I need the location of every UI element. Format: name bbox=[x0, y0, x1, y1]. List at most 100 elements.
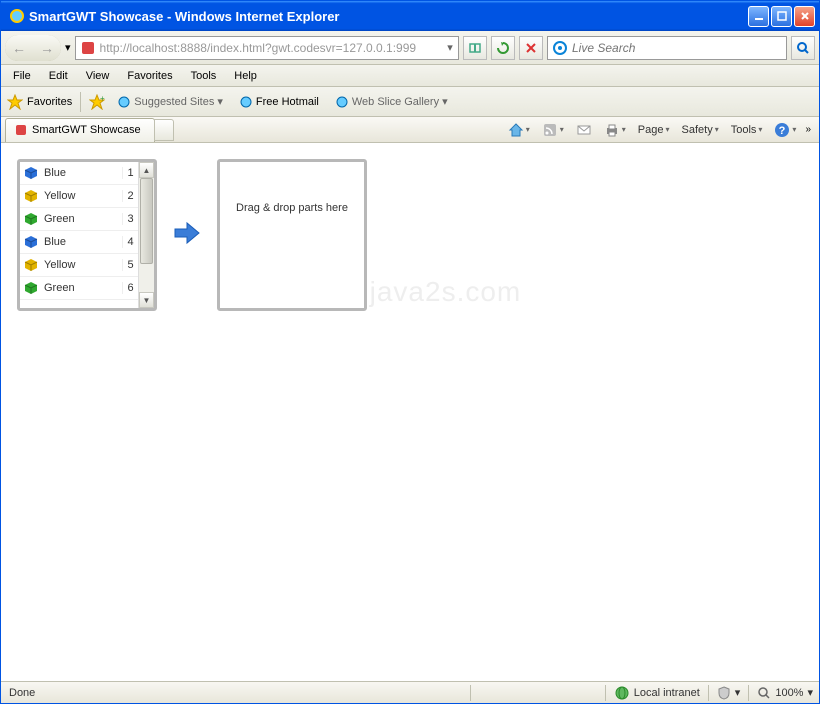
search-input[interactable] bbox=[568, 41, 786, 55]
svg-text:+: + bbox=[100, 94, 105, 103]
scroll-thumb[interactable] bbox=[140, 178, 153, 264]
scroll-up-icon[interactable]: ▲ bbox=[139, 162, 154, 178]
menu-tools[interactable]: Tools bbox=[183, 68, 225, 84]
ie-icon bbox=[239, 95, 253, 109]
feeds-button[interactable]: ▾ bbox=[539, 120, 567, 140]
separator bbox=[605, 685, 606, 701]
new-tab-button[interactable] bbox=[154, 119, 174, 141]
page-icon bbox=[14, 123, 28, 137]
item-label: Blue bbox=[44, 167, 116, 179]
forward-button[interactable]: → bbox=[33, 35, 61, 61]
nav-history-dropdown[interactable]: ▾ bbox=[65, 41, 71, 54]
cube-icon bbox=[24, 258, 38, 272]
chevron-down-icon: ▾ bbox=[217, 95, 223, 108]
navbar: ← → ▾ ▾ bbox=[1, 31, 819, 65]
arrow-icon bbox=[173, 219, 201, 247]
address-input[interactable] bbox=[100, 38, 442, 58]
search-bar[interactable] bbox=[547, 36, 787, 60]
back-button[interactable]: ← bbox=[5, 35, 33, 61]
menu-favorites[interactable]: Favorites bbox=[119, 68, 180, 84]
maximize-button[interactable] bbox=[771, 6, 792, 27]
zoom-control[interactable]: 100% ▾ bbox=[751, 686, 819, 700]
search-button[interactable] bbox=[791, 36, 815, 60]
safety-label: Safety bbox=[682, 124, 713, 136]
cube-icon bbox=[24, 235, 38, 249]
print-button[interactable]: ▾ bbox=[601, 120, 629, 140]
compat-button[interactable] bbox=[463, 36, 487, 60]
zoom-icon bbox=[757, 686, 771, 700]
ie-icon bbox=[9, 8, 25, 24]
suggested-sites-link[interactable]: Suggested Sites ▾ bbox=[113, 93, 227, 111]
chevron-down-icon: ▾ bbox=[807, 686, 813, 699]
stop-button[interactable] bbox=[519, 36, 543, 60]
separator bbox=[708, 685, 709, 701]
item-number: 3 bbox=[122, 213, 134, 225]
web-slice-link[interactable]: Web Slice Gallery ▾ bbox=[331, 93, 452, 111]
ie-icon bbox=[117, 95, 131, 109]
cube-icon bbox=[24, 212, 38, 226]
chevron-more-icon[interactable]: » bbox=[805, 124, 811, 135]
window-title: SmartGWT Showcase - Windows Internet Exp… bbox=[29, 9, 748, 24]
close-button[interactable] bbox=[794, 6, 815, 27]
suggested-label: Suggested Sites bbox=[134, 96, 214, 108]
add-fav-icon[interactable]: + bbox=[89, 94, 105, 110]
list-item[interactable]: Blue 1 bbox=[20, 162, 138, 185]
scrollbar[interactable]: ▲ ▼ bbox=[138, 162, 154, 308]
list-item[interactable]: Green6 bbox=[20, 277, 138, 300]
command-bar: ▾ ▾ ▾ Page▾ Safety▾ Tools▾ ?▾ » bbox=[505, 117, 819, 142]
safety-menu[interactable]: Safety▾ bbox=[679, 122, 722, 138]
page-menu[interactable]: Page▾ bbox=[635, 122, 673, 138]
favorites-button[interactable]: Favorites bbox=[7, 94, 72, 110]
separator bbox=[80, 92, 81, 112]
svg-text:?: ? bbox=[779, 125, 786, 137]
minimize-button[interactable] bbox=[748, 6, 769, 27]
parts-grid: Blue 1 Yellow 2 Green 3 Blue4Yellow5Green6 bbox=[20, 162, 138, 308]
list-item[interactable]: Blue4 bbox=[20, 231, 138, 254]
menu-edit[interactable]: Edit bbox=[41, 68, 76, 84]
globe-icon bbox=[614, 685, 630, 701]
parts-list[interactable]: Blue 1 Yellow 2 Green 3 Blue4Yellow5Green6 ▲ ▼ bbox=[17, 159, 157, 311]
list-item[interactable]: Yellow 2 bbox=[20, 185, 138, 208]
scroll-down-icon[interactable]: ▼ bbox=[139, 292, 154, 308]
drop-zone[interactable]: Drag & drop parts here bbox=[217, 159, 367, 311]
menu-view[interactable]: View bbox=[78, 68, 118, 84]
refresh-button[interactable] bbox=[491, 36, 515, 60]
address-dropdown[interactable]: ▾ bbox=[442, 41, 458, 54]
zone-indicator[interactable]: Local intranet bbox=[608, 685, 706, 701]
item-label: Yellow bbox=[44, 190, 116, 202]
chevron-down-icon: ▾ bbox=[735, 686, 741, 699]
item-label: Green bbox=[44, 213, 116, 225]
menu-file[interactable]: File bbox=[5, 68, 39, 84]
item-number: 6 bbox=[122, 282, 134, 294]
hotmail-label: Free Hotmail bbox=[256, 96, 319, 108]
menu-help[interactable]: Help bbox=[226, 68, 265, 84]
cube-icon bbox=[24, 189, 38, 203]
cube-icon bbox=[24, 281, 38, 295]
tabbar: SmartGWT Showcase ▾ ▾ ▾ Page▾ Safety▾ To… bbox=[1, 117, 819, 143]
cube-icon bbox=[24, 166, 38, 180]
home-button[interactable]: ▾ bbox=[505, 120, 533, 140]
tools-menu[interactable]: Tools▾ bbox=[728, 122, 766, 138]
protected-mode[interactable]: ▾ bbox=[711, 686, 747, 700]
menubar: File Edit View Favorites Tools Help bbox=[1, 65, 819, 87]
window-buttons bbox=[748, 6, 815, 27]
free-hotmail-link[interactable]: Free Hotmail bbox=[235, 93, 323, 111]
separator bbox=[470, 685, 471, 701]
mail-button[interactable] bbox=[573, 120, 595, 140]
tab-active[interactable]: SmartGWT Showcase bbox=[5, 118, 155, 142]
page-label: Page bbox=[638, 124, 664, 136]
browser-window: SmartGWT Showcase - Windows Internet Exp… bbox=[0, 0, 820, 704]
statusbar: Done Local intranet ▾ 100% ▾ bbox=[1, 681, 819, 703]
item-label: Blue bbox=[44, 236, 116, 248]
item-number: 1 bbox=[122, 167, 134, 179]
bing-icon bbox=[552, 40, 568, 56]
favorites-label: Favorites bbox=[27, 96, 72, 108]
list-item[interactable]: Yellow5 bbox=[20, 254, 138, 277]
item-label: Yellow bbox=[44, 259, 116, 271]
item-number: 2 bbox=[122, 190, 134, 202]
list-item[interactable]: Green 3 bbox=[20, 208, 138, 231]
ie-icon bbox=[335, 95, 349, 109]
help-button[interactable]: ?▾ bbox=[771, 120, 799, 140]
shield-icon bbox=[717, 686, 731, 700]
address-bar[interactable]: ▾ bbox=[75, 36, 459, 60]
